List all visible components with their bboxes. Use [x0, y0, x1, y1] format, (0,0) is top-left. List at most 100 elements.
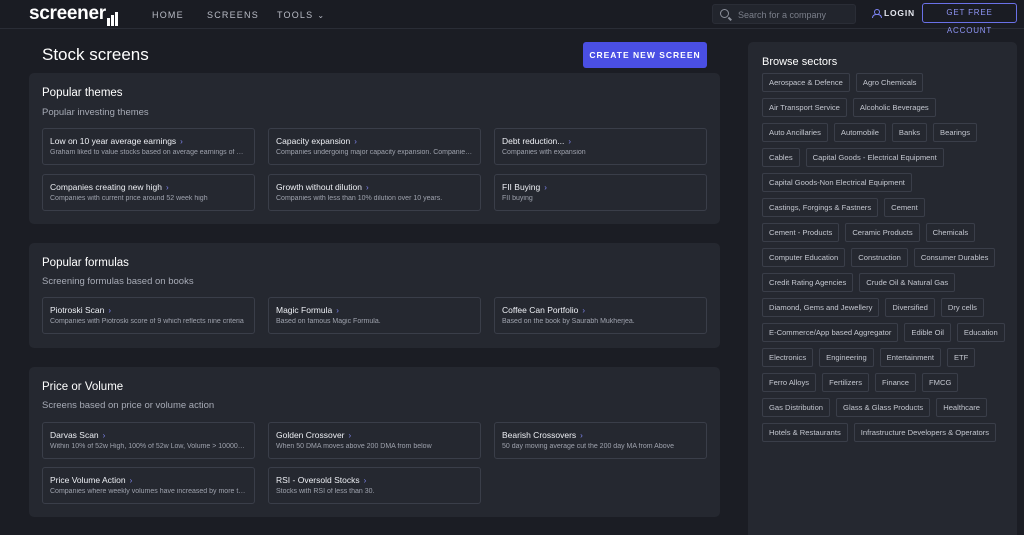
- chevron-right-icon: ›: [568, 137, 572, 146]
- sector-chip[interactable]: FMCG: [922, 373, 959, 392]
- search-input[interactable]: [738, 8, 850, 21]
- logo-text: screener: [29, 3, 106, 24]
- card-description: Companies with Piotroski score of 9 whic…: [50, 318, 244, 325]
- sector-chip[interactable]: Electronics: [762, 348, 814, 367]
- screen-card-darvas-scan[interactable]: Darvas Scan › Within 10% of 52w High, 100…: [42, 422, 255, 459]
- sector-chip[interactable]: Alcoholic Beverages: [852, 98, 936, 117]
- sector-chip[interactable]: ETF: [946, 348, 976, 367]
- screen-card-capacity-expansion[interactable]: Capacity expansion › Companies undergoing…: [268, 128, 481, 165]
- sector-chip[interactable]: Diversified: [885, 298, 935, 317]
- screen-card-low-earnings[interactable]: Low on 10 year average earnings › Graham …: [42, 128, 255, 165]
- sector-chip[interactable]: Automobile: [833, 123, 886, 142]
- sector-chip[interactable]: Cement: [884, 198, 925, 217]
- chevron-right-icon: ›: [582, 306, 586, 315]
- sector-chip[interactable]: Auto Ancillaries: [762, 123, 828, 142]
- sector-chip[interactable]: Banks: [891, 123, 928, 142]
- screen-card-price-volume-action[interactable]: Price Volume Action › Companies where wee…: [42, 467, 255, 504]
- screen-card-rsi-oversold[interactable]: RSI - Oversold Stocks › Stocks with RSI o…: [268, 467, 481, 504]
- card-title: Price Volume Action ›: [50, 475, 133, 485]
- card-title: Golden Crossover ›: [276, 430, 352, 440]
- chevron-right-icon: ›: [363, 476, 367, 485]
- sector-chip[interactable]: Castings, Forgings & Fastners: [762, 198, 879, 217]
- sector-chip[interactable]: E-Commerce/App based Aggregator: [762, 323, 899, 342]
- login-button[interactable]: LOGIN: [872, 8, 915, 18]
- sector-chip[interactable]: Consumer Durables: [913, 248, 996, 267]
- chevron-right-icon: ›: [348, 431, 352, 440]
- screen-card-new-high[interactable]: Companies creating new high › Companies w…: [42, 174, 255, 211]
- search-box[interactable]: [712, 4, 856, 24]
- section-subtitle: Popular investing themes: [42, 107, 149, 118]
- nav-home-link[interactable]: HOME: [152, 10, 184, 20]
- nav-screens-link[interactable]: SCREENS: [207, 10, 259, 20]
- sector-chip[interactable]: Dry cells: [940, 298, 984, 317]
- section-title: Price or Volume: [42, 381, 124, 393]
- sector-chip[interactable]: Construction: [851, 248, 908, 267]
- card-description: Based on famous Magic Formula.: [276, 318, 381, 325]
- sector-chip[interactable]: Diamond, Gems and Jewellery: [762, 298, 880, 317]
- screen-card-golden-crossover[interactable]: Golden Crossover › When 50 DMA moves abov…: [268, 422, 481, 459]
- sector-chip[interactable]: Computer Education: [762, 248, 846, 267]
- sector-chip[interactable]: Education: [956, 323, 1005, 342]
- sector-chip[interactable]: Chemicals: [925, 223, 976, 242]
- screen-card-coffee-can[interactable]: Coffee Can Portfolio › Based on the book …: [494, 297, 707, 334]
- sector-chip[interactable]: Capital Goods - Electrical Equipment: [805, 148, 944, 167]
- card-title: Low on 10 year average earnings ›: [50, 136, 183, 146]
- nav-tools-link[interactable]: TOOLS ⌄: [277, 10, 325, 20]
- sector-chip[interactable]: Engineering: [819, 348, 874, 367]
- chevron-right-icon: ›: [108, 306, 112, 315]
- chevron-down-icon: ⌄: [317, 11, 326, 20]
- sector-chip[interactable]: Edible Oil: [904, 323, 951, 342]
- card-title: Coffee Can Portfolio ›: [502, 305, 586, 315]
- sector-chip[interactable]: Air Transport Service: [762, 98, 847, 117]
- sector-chip[interactable]: Credit Rating Agencies: [762, 273, 854, 292]
- card-title: Piotroski Scan ›: [50, 305, 112, 315]
- chevron-right-icon: ›: [102, 431, 106, 440]
- card-title: Darvas Scan ›: [50, 430, 106, 440]
- card-description: Within 10% of 52w High, 100% of 52w Low,…: [50, 443, 248, 450]
- sector-chip[interactable]: Agro Chemicals: [855, 73, 924, 92]
- screen-card-bearish-crossovers[interactable]: Bearish Crossovers › 50 day moving averag…: [494, 422, 707, 459]
- sector-chip[interactable]: Crude Oil & Natural Gas: [859, 273, 956, 292]
- chevron-right-icon: ›: [580, 431, 583, 440]
- sector-chip[interactable]: Ceramic Products: [845, 223, 920, 242]
- sector-chip[interactable]: Bearings: [933, 123, 978, 142]
- screen-card-debt-reduction[interactable]: Debt reduction... › Companies with expans…: [494, 128, 707, 165]
- get-free-account-button[interactable]: GET FREE ACCOUNT: [922, 3, 1017, 35]
- sector-chip[interactable]: Infrastructure Developers & Operators: [853, 423, 997, 442]
- card-description: Companies with less than 10% dilution ov…: [276, 195, 443, 202]
- screen-card-magic-formula[interactable]: Magic Formula › Based on famous Magic For…: [268, 297, 481, 334]
- card-title: Growth without dilution ›: [276, 182, 369, 192]
- screen-card-piotroski-scan[interactable]: Piotroski Scan › Companies with Piotroski…: [42, 297, 255, 334]
- screener-logo[interactable]: screener: [29, 3, 119, 26]
- sector-chip[interactable]: Fertilizers: [822, 373, 870, 392]
- sector-chip[interactable]: Ferro Alloys: [762, 373, 817, 392]
- screen-card-growth-without-dilution[interactable]: Growth without dilution › Companies with …: [268, 174, 481, 211]
- card-title: Bearish Crossovers ›: [502, 430, 583, 440]
- card-description: FII buying: [502, 195, 533, 202]
- create-new-screen-button[interactable]: CREATE NEW SCREEN: [583, 42, 707, 68]
- sector-chip[interactable]: Entertainment: [879, 348, 941, 367]
- sectors-title: Browse sectors: [762, 56, 838, 68]
- section-subtitle: Screens based on price or volume action: [42, 400, 215, 411]
- sector-chip-list: Aerospace & Defence Agro Chemicals Air Tra…: [762, 73, 1012, 448]
- card-title: Companies creating new high ›: [50, 182, 169, 192]
- card-title: Magic Formula ›: [276, 305, 339, 315]
- section-subtitle: Screening formulas based on books: [42, 276, 194, 287]
- sector-chip[interactable]: Glass & Glass Products: [836, 398, 931, 417]
- screen-card-fii-buying[interactable]: FII Buying › FII buying: [494, 174, 707, 211]
- sector-chip[interactable]: Capital Goods-Non Electrical Equipment: [762, 173, 912, 192]
- chevron-right-icon: ›: [544, 183, 547, 192]
- sector-chip[interactable]: Hotels & Restaurants: [762, 423, 848, 442]
- sector-chip[interactable]: Cables: [762, 148, 800, 167]
- sector-chip[interactable]: Finance: [875, 373, 917, 392]
- sector-chip[interactable]: Gas Distribution: [762, 398, 831, 417]
- card-title: FII Buying ›: [502, 182, 547, 192]
- search-icon: [720, 9, 729, 18]
- sector-chip[interactable]: Healthcare: [936, 398, 987, 417]
- sector-chip[interactable]: Aerospace & Defence: [762, 73, 850, 92]
- section-title: Popular formulas: [42, 257, 129, 269]
- top-navbar: screener HOME SCREENS TOOLS⌄ LOGIN GET F…: [0, 0, 1024, 35]
- sector-chip[interactable]: Cement - Products: [762, 223, 840, 242]
- chevron-right-icon: ›: [354, 137, 357, 146]
- section-title: Popular themes: [42, 87, 123, 99]
